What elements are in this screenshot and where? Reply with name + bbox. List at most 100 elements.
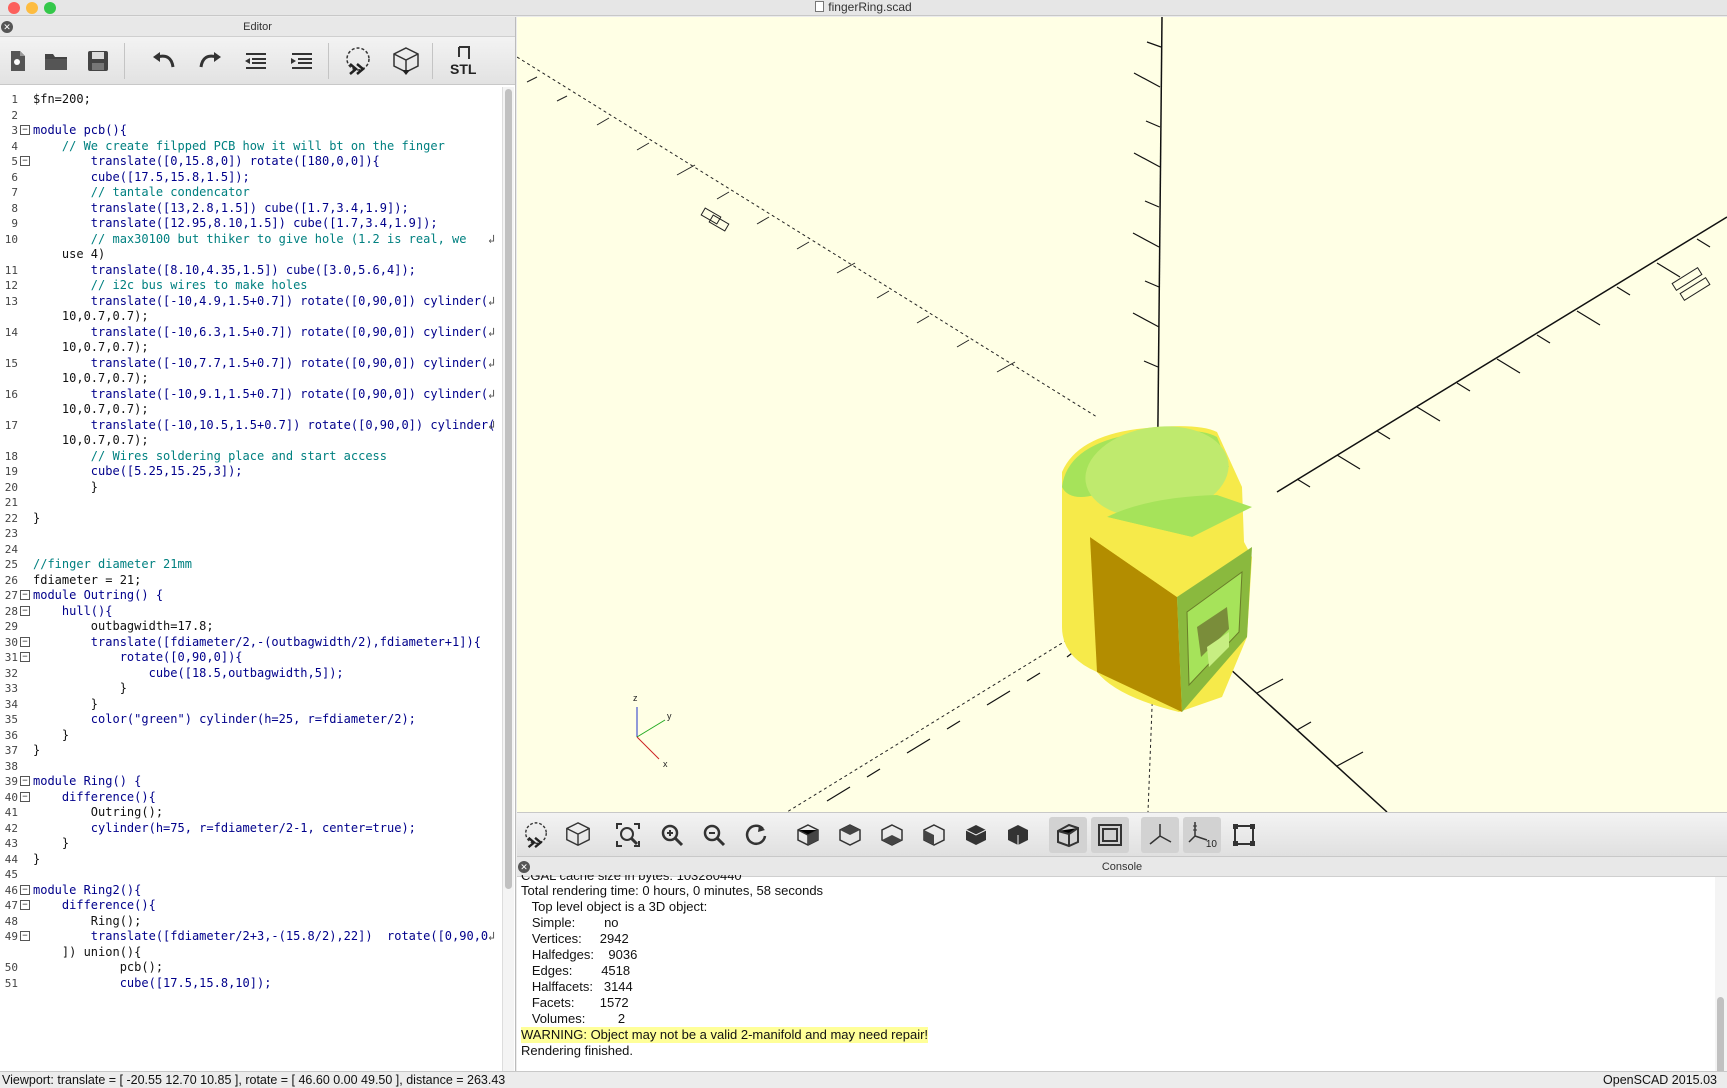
line-number: 11 (4, 263, 18, 277)
code-text: } (33, 510, 41, 525)
axis-label-x: x (663, 759, 668, 769)
redo-icon[interactable] (192, 43, 228, 79)
warning-text: WARNING: Object may not be a valid 2-man… (521, 1027, 929, 1043)
indent-icon[interactable] (284, 43, 320, 79)
editor-title: Editor (243, 21, 272, 33)
axis-label-y: y (667, 711, 672, 721)
open-file-icon[interactable] (38, 43, 74, 79)
line-number: 6 (11, 170, 18, 184)
console-line: Rendering finished. (521, 1043, 634, 1058)
line-number: 36 (4, 728, 18, 742)
preview-icon[interactable] (340, 43, 376, 79)
view-all-icon[interactable] (609, 817, 647, 853)
console-output[interactable]: CGAL cache size in bytes: 103280440 Tota… (521, 875, 1713, 1059)
fold-toggle-icon[interactable]: − (20, 590, 30, 600)
code-text: translate([-10,10.5,1.5+0.7]) rotate([0,… (33, 417, 496, 432)
line-number: 5 (11, 155, 18, 168)
code-text: Outring(); (33, 805, 164, 819)
code-text: use 4) (33, 247, 106, 261)
fold-toggle-icon[interactable]: − (20, 900, 30, 910)
render-icon[interactable] (559, 817, 597, 853)
fold-toggle-icon[interactable]: − (20, 776, 30, 786)
zoom-out-icon[interactable] (695, 817, 733, 853)
line-number: 3 (11, 124, 18, 137)
perspective-icon[interactable] (1049, 817, 1087, 853)
line-number: 31 (4, 651, 18, 664)
fold-toggle-icon[interactable]: − (20, 156, 30, 166)
line-number: 50 (4, 961, 18, 974)
line-number: 4 (11, 139, 18, 153)
ring-model[interactable] (1062, 417, 1252, 712)
show-scale-markers-icon[interactable]: 10 (1183, 817, 1221, 853)
unindent-icon[interactable] (238, 43, 274, 79)
axis-y-positive (1276, 216, 1727, 493)
wrap-indicator-icon: ↲ (488, 231, 496, 246)
fold-toggle-icon[interactable]: − (20, 125, 30, 135)
show-axes-icon[interactable] (1141, 817, 1179, 853)
window-titlebar: fingerRing.scad (0, 0, 1727, 16)
console-pane: ✕ Console CGAL cache size in bytes: 1032… (517, 857, 1727, 1087)
console-scrollbar[interactable] (1715, 877, 1727, 1087)
code-text: difference(){ (33, 789, 156, 804)
line-number: 46 (4, 883, 18, 897)
view-left-icon[interactable] (915, 817, 953, 853)
line-number: 41 (4, 806, 18, 819)
console-line: Simple: no (521, 915, 619, 930)
render-icon[interactable] (388, 43, 424, 79)
view-bottom-icon[interactable] (873, 817, 911, 853)
line-number: 13 (4, 294, 18, 308)
editor-scrollbar[interactable] (502, 87, 514, 1071)
axes-indicator: z y x (633, 693, 672, 769)
save-file-icon[interactable] (80, 43, 116, 79)
code-text: translate([-10,9.1,1.5+0.7]) rotate([0,9… (33, 386, 489, 401)
close-editor-icon[interactable]: ✕ (1, 21, 13, 33)
viewport-status: Viewport: translate = [ -20.55 12.70 10.… (2, 1073, 506, 1087)
code-editor[interactable]: 1 $fn=200; 2 3− module pcb(){4 // We create … (0, 87, 502, 1071)
code-text: } (33, 479, 99, 494)
editor-scroll-thumb[interactable] (505, 89, 512, 889)
fold-toggle-icon[interactable]: − (20, 605, 30, 616)
view-back-icon[interactable] (999, 817, 1037, 853)
line-number: 26 (4, 573, 18, 587)
code-text: 10,0.7,0.7); (33, 309, 149, 323)
code-text: module Ring() { (33, 774, 142, 788)
code-text: translate([12.95,8.10,1.5]) cube([1.7,3.… (33, 216, 438, 230)
line-number: 39 (4, 775, 18, 788)
undo-icon[interactable] (146, 43, 182, 79)
close-console-icon[interactable]: ✕ (518, 861, 530, 873)
line-number: 22 (4, 511, 18, 525)
line-number: 33 (4, 682, 18, 695)
view-top-icon[interactable] (831, 817, 869, 853)
stl-label: STL (450, 61, 477, 77)
editor-toolbar: STL (0, 37, 515, 85)
code-text: outbagwidth=17.8; (33, 619, 214, 633)
zoom-in-icon[interactable] (653, 817, 691, 853)
export-stl-icon[interactable]: STL (444, 43, 484, 79)
line-number: 20 (4, 480, 18, 494)
orthogonal-icon[interactable] (1091, 817, 1129, 853)
code-text: cylinder(h=75, r=fdiameter/2-1, center=t… (33, 820, 416, 835)
new-file-icon[interactable] (0, 43, 36, 79)
line-number: 43 (4, 837, 18, 850)
line-number: 2 (11, 108, 18, 122)
fold-toggle-icon[interactable]: − (20, 884, 30, 895)
preview-icon[interactable] (517, 817, 555, 853)
fold-toggle-icon[interactable]: − (20, 652, 30, 662)
line-number: 44 (4, 852, 18, 866)
code-text: module pcb(){ (33, 123, 127, 137)
editor-pane: ✕ Editor STL 1 $fn=200; 2 3 − module pcb… (0, 17, 516, 1071)
viewport-scene: z y x (517, 17, 1727, 812)
console-warning-line: WARNING: Object may not be a valid 2-man… (521, 1027, 1713, 1043)
reset-view-icon[interactable] (737, 817, 775, 853)
view-right-icon[interactable] (789, 817, 827, 853)
code-text: difference(){ (33, 898, 156, 912)
3d-viewport[interactable]: z y x (517, 17, 1727, 812)
view-front-icon[interactable] (957, 817, 995, 853)
fold-toggle-icon[interactable]: − (20, 636, 30, 647)
line-number: 21 (4, 496, 18, 509)
line-number: 40 (4, 790, 18, 804)
wrap-indicator-icon: ↲ (488, 386, 496, 401)
show-edges-icon[interactable] (1225, 817, 1263, 853)
fold-toggle-icon[interactable]: − (20, 791, 30, 802)
fold-toggle-icon[interactable]: − (20, 931, 30, 941)
